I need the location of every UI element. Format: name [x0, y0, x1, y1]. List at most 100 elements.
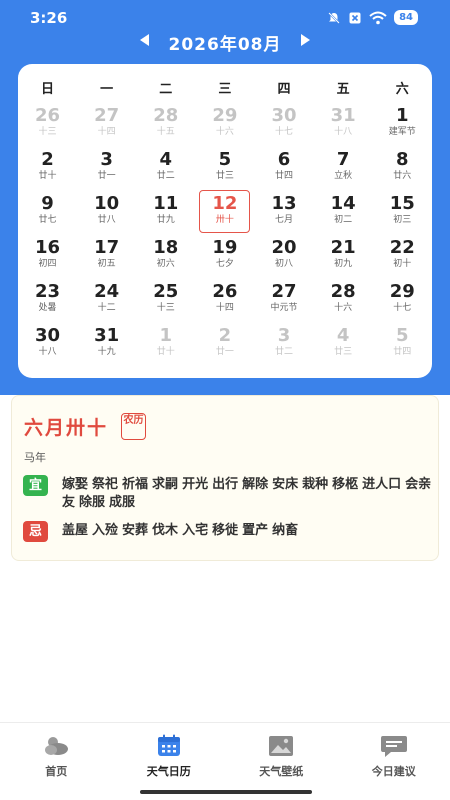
calendar-day-today[interactable]: 12 卅十 [195, 190, 254, 236]
image-icon [269, 736, 294, 756]
calendar-day[interactable]: 24 十二 [77, 280, 136, 324]
calendar-day[interactable]: 26 十四 [195, 280, 254, 324]
day-number: 29 [212, 105, 238, 126]
prev-month-button[interactable] [135, 34, 155, 50]
lunar-day: 初九 [334, 259, 353, 269]
calendar-day[interactable]: 5 廿四 [373, 324, 432, 368]
lunar-day: 七夕 [215, 259, 234, 269]
calendar-day[interactable]: 27 十四 [77, 104, 136, 148]
lunar-day: 廿三 [334, 347, 353, 357]
day-number: 27 [271, 281, 297, 302]
calendar-day[interactable]: 9 廿七 [18, 192, 77, 236]
calendar-day[interactable]: 3 廿二 [255, 324, 314, 368]
day-number: 1 [396, 105, 409, 126]
day-number: 30 [35, 325, 61, 346]
lunar-day: 十四 [97, 127, 116, 137]
calendar-day[interactable]: 13 七月 [255, 192, 314, 236]
calendar-day[interactable]: 11 廿九 [136, 192, 195, 236]
home-indicator[interactable] [140, 790, 312, 794]
day-number: 21 [330, 237, 356, 258]
calendar-day[interactable]: 27 中元节 [255, 280, 314, 324]
lunar-badge: 农历 [121, 413, 146, 440]
calendar-day[interactable]: 4 廿三 [314, 324, 373, 368]
calendar-day[interactable]: 6 廿四 [255, 148, 314, 192]
tab-today-suggestion[interactable]: 今日建议 [338, 723, 450, 800]
calendar-day[interactable]: 23 处暑 [18, 280, 77, 324]
lunar-day: 廿六 [393, 171, 412, 181]
calendar-day[interactable]: 26 十三 [18, 104, 77, 148]
day-number: 5 [218, 149, 232, 170]
calendar-day[interactable]: 28 十五 [136, 104, 195, 148]
day-number: 26 [212, 281, 238, 302]
day-number: 22 [389, 237, 415, 258]
tab-label: 首页 [45, 765, 68, 778]
lunar-day: 廿四 [393, 347, 412, 357]
calendar-day[interactable]: 30 十八 [18, 324, 77, 368]
battery-indicator: 84 [394, 10, 418, 25]
month-label[interactable]: 2026年08月 [169, 30, 282, 55]
tab-weather-wallpaper[interactable]: 天气壁纸 [225, 723, 338, 800]
almanac-card: 六月卅十 农历 马年 宜 嫁娶 祭祀 祈福 求嗣 开光 出行 解除 安床 栽种 移柩 进人口 会亲友除… [11, 395, 439, 561]
calendar-day[interactable]: 30 十七 [255, 104, 314, 148]
calendar-day[interactable]: 17 初五 [77, 236, 136, 280]
wifi-icon [369, 11, 387, 24]
calendar-day[interactable]: 15 初三 [373, 192, 432, 236]
calendar-day[interactable]: 2 廿一 [195, 324, 254, 368]
day-number: 6 [277, 149, 291, 170]
yi-item: 祈福 [122, 477, 149, 492]
calendar-day[interactable]: 18 初六 [136, 236, 195, 280]
weekday-label: 六 [395, 81, 409, 97]
today-highlight [199, 190, 251, 233]
calendar-day[interactable]: 29 十七 [373, 280, 432, 324]
calendar-day[interactable]: 10 廿八 [77, 192, 136, 236]
lunar-day: 廿九 [156, 215, 175, 225]
day-number: 24 [94, 281, 120, 302]
weekday-header: 日 一 二 三 四 五 六 [18, 76, 432, 98]
calendar-day[interactable]: 5 廿三 [195, 148, 254, 192]
tab-weather-calendar[interactable]: 天气日历 [113, 723, 226, 800]
day-number: 2 [218, 325, 232, 346]
calendar-day[interactable]: 20 初八 [255, 236, 314, 280]
status-time: 3:26 [30, 9, 68, 27]
calendar-day[interactable]: 3 廿一 [77, 148, 136, 192]
calendar-day[interactable]: 14 初二 [314, 192, 373, 236]
calendar-day[interactable]: 7 立秋 [314, 148, 373, 192]
day-number: 3 [277, 325, 291, 346]
calendar-card: 日 一 二 三 四 五 六 26 十三 27 十四 28 十五 29 十六 30 十七 31 十八 1 建… [18, 64, 432, 378]
lunar-day: 廿一 [215, 347, 234, 357]
lunar-day: 廿八 [97, 215, 116, 225]
lunar-day: 十三 [38, 127, 57, 137]
lunar-day: 初六 [156, 259, 175, 269]
lunar-day: 七月 [275, 215, 294, 225]
calendar-day[interactable]: 28 十六 [314, 280, 373, 324]
calendar-day[interactable]: 21 初九 [314, 236, 373, 280]
calendar-day[interactable]: 25 十三 [136, 280, 195, 324]
calendar-day[interactable]: 19 七夕 [195, 236, 254, 280]
lunar-day: 初三 [393, 215, 412, 225]
lunar-day: 十七 [393, 303, 412, 313]
calendar-day[interactable]: 31 十八 [314, 104, 373, 148]
next-month-button[interactable] [295, 34, 315, 50]
tab-label: 天气日历 [146, 765, 191, 778]
lunar-day: 十六 [215, 127, 234, 137]
calendar-day[interactable]: 31 十九 [77, 324, 136, 368]
calendar-day[interactable]: 29 十六 [195, 104, 254, 148]
yi-item: 除服 [79, 495, 106, 510]
calendar-day[interactable]: 16 初四 [18, 236, 77, 280]
calendar-icon [157, 734, 180, 756]
tab-home[interactable]: 首页 [0, 723, 113, 800]
day-number: 23 [35, 281, 61, 302]
calendar-day[interactable]: 1 建军节 [373, 104, 432, 148]
calendar-day[interactable]: 4 廿二 [136, 148, 195, 192]
yi-item: 开光 [182, 477, 209, 492]
day-number: 2 [41, 149, 54, 170]
lunar-day: 十三 [156, 303, 175, 313]
calendar-day[interactable]: 2 廿十 [18, 148, 77, 192]
lunar-day: 廿一 [97, 171, 116, 181]
sim-off-icon [349, 12, 361, 23]
calendar-day[interactable]: 8 廿六 [373, 148, 432, 192]
calendar-day[interactable]: 22 初十 [373, 236, 432, 280]
lunar-day: 十二 [97, 303, 116, 313]
lunar-day: 廿七 [38, 215, 57, 225]
calendar-day[interactable]: 1 廿十 [136, 324, 195, 368]
